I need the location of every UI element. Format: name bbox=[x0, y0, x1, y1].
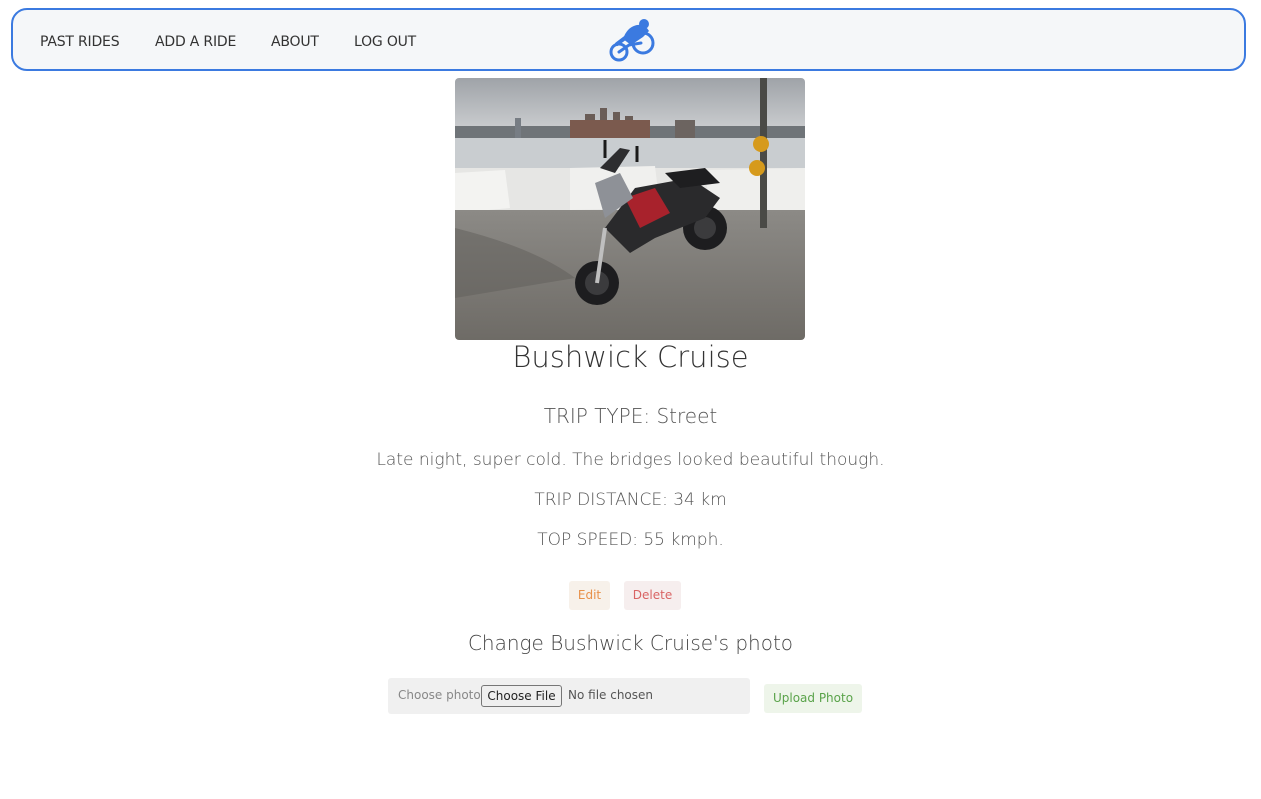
ride-photo bbox=[455, 78, 805, 340]
photo-file-input[interactable]: Choose photo Choose File No file chosen bbox=[388, 678, 750, 714]
ride-title: Bushwick Cruise bbox=[512, 340, 749, 374]
navbar: PAST RIDES ADD A RIDE ABOUT LOG OUT bbox=[11, 8, 1246, 71]
nav-add-ride-link[interactable]: ADD A RIDE bbox=[155, 34, 236, 50]
delete-button[interactable]: Delete bbox=[624, 581, 681, 610]
nav-past-rides-link[interactable]: PAST RIDES bbox=[40, 34, 120, 50]
edit-button[interactable]: Edit bbox=[569, 581, 610, 610]
trip-distance: TRIP DISTANCE: 34 km bbox=[534, 490, 727, 510]
choose-file-button[interactable]: Choose File bbox=[481, 685, 562, 707]
upload-photo-button[interactable]: Upload Photo bbox=[764, 684, 862, 713]
top-speed: TOP SPEED: 55 kmph. bbox=[537, 530, 724, 550]
change-photo-heading: Change Bushwick Cruise's photo bbox=[467, 631, 794, 655]
file-status: No file chosen bbox=[568, 688, 654, 702]
nav-logout-link[interactable]: LOG OUT bbox=[354, 34, 416, 50]
nav-about-link[interactable]: ABOUT bbox=[271, 34, 319, 50]
ride-description: Late night, super cold. The bridges look… bbox=[376, 450, 885, 470]
file-input-label: Choose photo bbox=[398, 688, 481, 702]
motorcycle-rider-icon[interactable] bbox=[605, 15, 657, 67]
trip-type: TRIP TYPE: Street bbox=[543, 404, 718, 428]
